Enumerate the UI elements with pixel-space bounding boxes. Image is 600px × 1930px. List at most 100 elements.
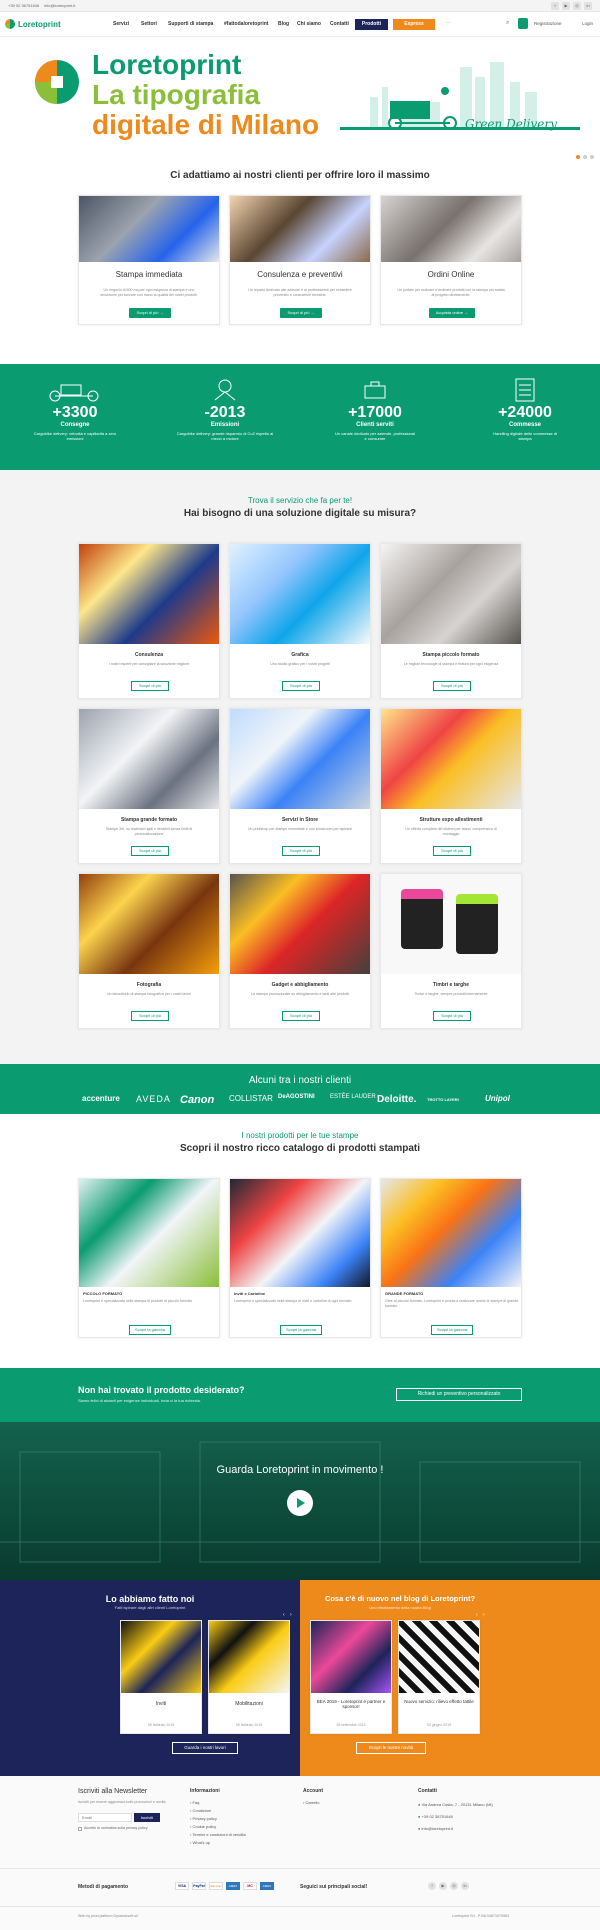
service-button[interactable]: Scopri di più (282, 1011, 320, 1021)
service-button[interactable]: Scopri di più (433, 1011, 471, 1021)
mail-icon: ● (418, 1826, 421, 1831)
stat-desc: Cargobike delivery: grande risparmio di … (176, 431, 274, 441)
service-photo (230, 709, 370, 809)
service-desc: I nostri esperti per consigliare la solu… (108, 662, 190, 666)
topbar-phone[interactable]: +39 02 36751646 (8, 3, 39, 8)
slider-dot[interactable] (590, 155, 594, 159)
footer-link[interactable]: › Cookie policy (190, 1824, 216, 1829)
service-button[interactable]: Scopri di più (433, 846, 471, 856)
facebook-icon[interactable]: f (428, 1882, 436, 1890)
login-link[interactable]: Login (582, 21, 593, 26)
youtube-icon[interactable]: ▶ (562, 2, 570, 10)
service-desc: La stampa promozionale su abbigliamento … (250, 992, 350, 996)
social-icons: f ▶ ◎ in (548, 2, 592, 10)
footer-social-icons: f ▶ ◎ in (425, 1882, 469, 1890)
service-title: Consulenza (134, 652, 164, 658)
slider-dot-active[interactable] (576, 155, 580, 159)
footer-link[interactable]: › What's up (190, 1840, 210, 1845)
works-next-icon[interactable]: › (290, 1612, 292, 1618)
service-desc: Le migliori tecnologie di stampa e finit… (403, 662, 499, 666)
service-title: Stampa piccolo formato (422, 652, 480, 658)
nav-servizi[interactable]: Servizi (113, 21, 129, 27)
footer-link[interactable]: › Faq (190, 1800, 199, 1805)
products-kicker: I nostri prodotti per le tue stampe (241, 1131, 359, 1140)
service-desc: Uno studio grafico per i vostri progetti (270, 662, 330, 666)
nav-blog[interactable]: Blog (278, 21, 289, 27)
service-button[interactable]: Scopri di più (131, 1011, 169, 1021)
service-card: Grafica Uno studio grafico per i vostri … (229, 543, 371, 699)
nav-express-button[interactable]: Express (393, 19, 435, 30)
instagram-icon[interactable]: ◎ (450, 1882, 458, 1890)
service-photo (79, 544, 219, 644)
stat-desc: Un canale dedicato per aziende, professi… (334, 431, 416, 441)
slider-dot[interactable] (583, 155, 587, 159)
intro-card-button[interactable]: Scopri di più → (129, 308, 171, 318)
service-photo (381, 874, 521, 974)
stat-number: +17000 (348, 404, 402, 421)
privacy-checkbox[interactable] (78, 1827, 82, 1831)
hero-banner: Loretoprint La tipografia digitale di Mi… (0, 37, 600, 167)
newsletter-email-input[interactable] (78, 1813, 132, 1822)
intro-card-button[interactable]: Acquista online → (429, 308, 475, 318)
youtube-icon[interactable]: ▶ (439, 1882, 447, 1890)
intro-photo (79, 196, 219, 262)
service-title: Stampa grande formato (120, 817, 178, 823)
linkedin-icon[interactable]: in (584, 2, 592, 10)
credit-text[interactable]: Web by pixel platform Dynamicsoft srl (78, 1914, 138, 1918)
cart-icon[interactable] (518, 18, 528, 29)
footer: Iscriviti alla Newsletter Iscriviti per … (0, 1776, 600, 1930)
play-button[interactable] (287, 1490, 313, 1516)
product-button[interactable]: Scopri la gamma (431, 1325, 473, 1335)
nav-contatti[interactable]: Contatti (330, 21, 349, 27)
search-icon[interactable]: ⌕ (506, 20, 509, 27)
blog-prev-icon[interactable]: ‹ (476, 1612, 478, 1618)
amex-icon: AMEX (260, 1882, 274, 1890)
product-title: PICCOLO FORMATO (83, 1291, 123, 1296)
service-button[interactable]: Scopri di più (282, 681, 320, 691)
product-button[interactable]: Scopri la gamma (280, 1325, 322, 1335)
phone-text[interactable]: ● +39 02 36751646 (418, 1814, 453, 1819)
footer-link[interactable]: › Condizioni (190, 1808, 211, 1813)
blog-button[interactable]: Scopri le nostre novità (356, 1742, 426, 1754)
linkedin-icon[interactable]: in (461, 1882, 469, 1890)
blog-post-title[interactable]: Nuovo servizio: rilievo effetto tattile (399, 1699, 479, 1704)
nav-products-button[interactable]: Prodotti (355, 19, 388, 30)
intro-photo (381, 196, 521, 262)
logo-icon[interactable] (4, 18, 16, 30)
intro-card-button[interactable]: Scopri di più → (280, 308, 322, 318)
service-button[interactable]: Scopri di più (282, 846, 320, 856)
works-prev-icon[interactable]: ‹ (283, 1612, 285, 1618)
topbar-email[interactable]: info@loretoprint.it (44, 3, 75, 8)
product-button[interactable]: Scopri la gamma (129, 1325, 171, 1335)
works-button[interactable]: Guarda i nostri lavori (172, 1742, 238, 1754)
intro-card: Ordini Online Un portale per ordinare e … (380, 195, 522, 325)
blog-next-icon[interactable]: › (483, 1612, 485, 1618)
nav-supporti[interactable]: Supporti di stampa (168, 21, 213, 27)
email-text[interactable]: ● info@loretoprint.it (418, 1826, 453, 1831)
footer-link[interactable]: › Carrello (303, 1800, 319, 1805)
footer-link[interactable]: › Privacy policy (190, 1816, 217, 1821)
service-button[interactable]: Scopri di più (433, 681, 471, 691)
contacts-heading: Contatti (418, 1788, 437, 1794)
instagram-icon[interactable]: ◎ (573, 2, 581, 10)
register-link[interactable]: Registrazione (534, 21, 562, 26)
cta-quote-button[interactable]: Richiedi un preventivo personalizzato (396, 1388, 522, 1401)
nav-fattoda[interactable]: #fattodaloretoprint (224, 21, 268, 27)
service-photo (230, 874, 370, 974)
video-section: Guarda Loretoprint in movimento ! (0, 1422, 600, 1580)
nav-chisiamo[interactable]: Chi siamo (297, 21, 321, 27)
nav-settori[interactable]: Settori (141, 21, 157, 27)
product-card: Inviti e Cartoline Loretoprint è special… (229, 1178, 371, 1338)
facebook-icon[interactable]: f (551, 2, 559, 10)
stamp-image (401, 889, 443, 949)
footer-link[interactable]: › Termini e condizioni di vendita (190, 1832, 246, 1837)
work-photo (209, 1621, 289, 1693)
service-button[interactable]: Scopri di più (131, 846, 169, 856)
brand-name[interactable]: Loretoprint (18, 20, 61, 29)
service-button[interactable]: Scopri di più (131, 681, 169, 691)
nav-more[interactable]: ··· (445, 20, 451, 26)
footer-divider (0, 1906, 600, 1907)
stat-number: +24000 (498, 404, 552, 421)
newsletter-submit-button[interactable]: Iscriviti (134, 1813, 160, 1822)
blog-post-title[interactable]: BEA 2019 - Loretoprint è partner e spons… (311, 1699, 391, 1709)
